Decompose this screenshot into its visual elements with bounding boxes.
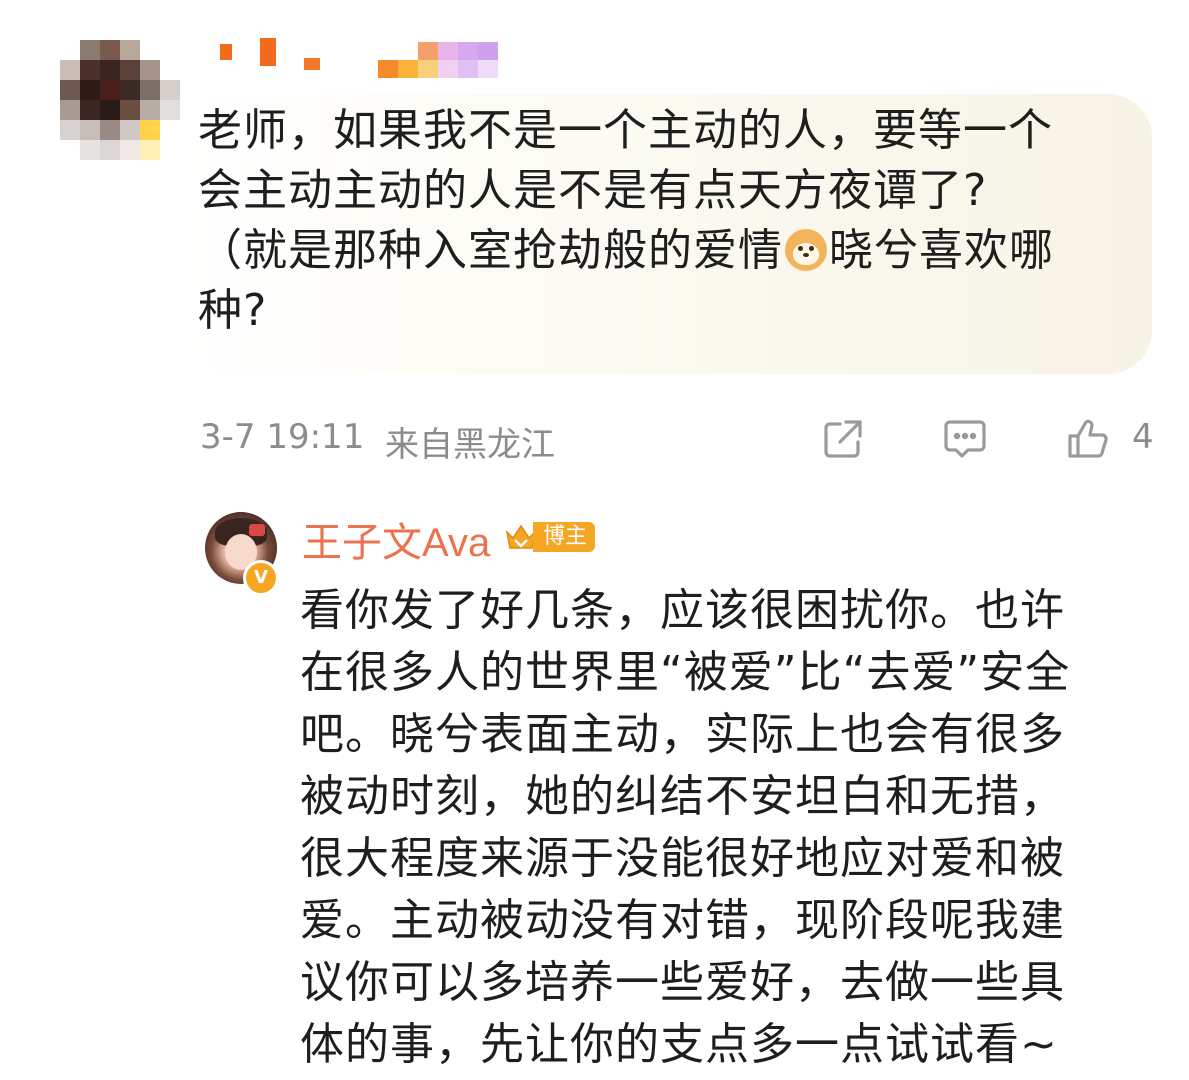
host-badge-label: 博主 bbox=[533, 522, 596, 552]
commenter-name[interactable] bbox=[220, 38, 520, 78]
comment-icon[interactable] bbox=[942, 416, 988, 462]
reply-author-name[interactable]: 王子文Ava bbox=[302, 510, 490, 568]
comment-text: 老师，如果我不是一个主动的人，要等一个 会主动主动的人是不是有点天方夜谭了? （… bbox=[198, 101, 1143, 341]
reply-text: 看你发了好几条，应该很困扰你。也许 在很多人的世界里“被爱”比“去爱”安全 吧。… bbox=[300, 585, 1071, 1070]
verified-v-badge: V bbox=[243, 560, 279, 596]
comment-meta-row: 3-7 19:11 来自黑龙江 4 bbox=[200, 414, 1160, 465]
like-icon[interactable] bbox=[1064, 416, 1110, 462]
like-count: 4 bbox=[1132, 417, 1154, 457]
commenter-avatar[interactable] bbox=[40, 40, 180, 160]
comment-timestamp: 3-7 19:11 bbox=[200, 417, 365, 457]
share-icon[interactable] bbox=[820, 416, 866, 462]
comment-location: 来自黑龙江 bbox=[385, 425, 555, 465]
dog-face-icon bbox=[785, 229, 827, 271]
